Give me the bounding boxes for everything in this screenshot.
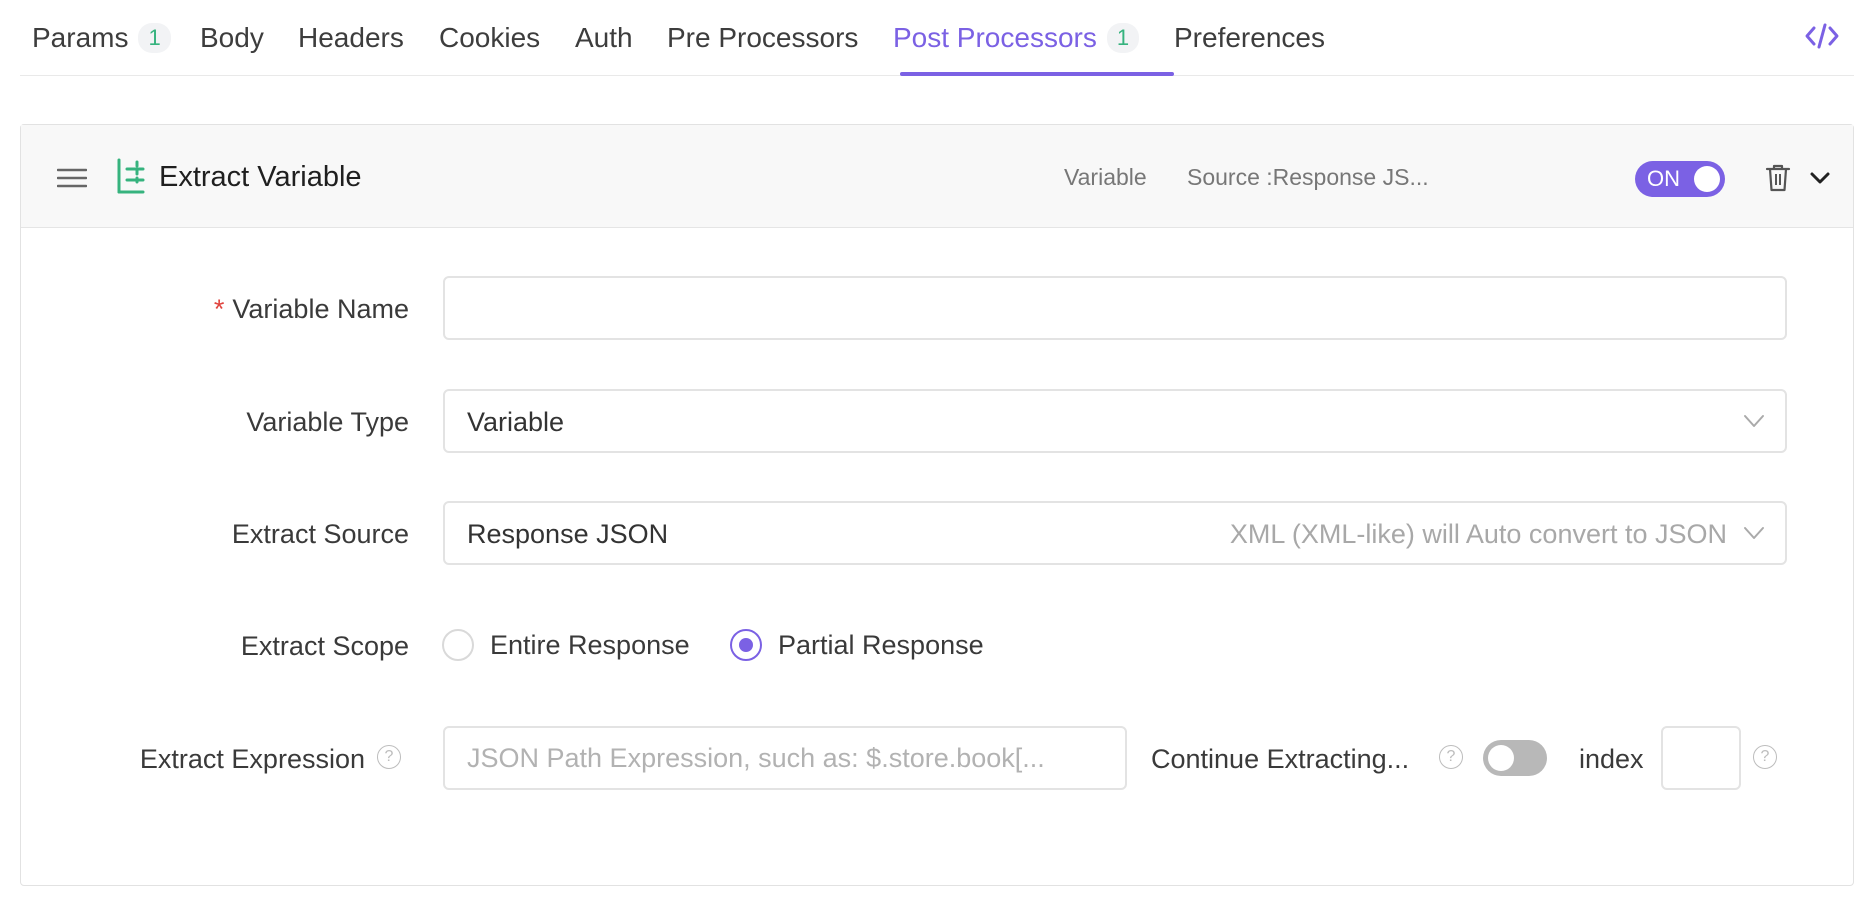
variable-name-label-text: Variable Name [232, 294, 409, 324]
chevron-down-icon[interactable] [1809, 169, 1831, 187]
extract-source-value: Response JSON [467, 519, 669, 549]
chevron-down-icon [1744, 415, 1764, 427]
tab-post-processors-label: Post Processors [893, 22, 1097, 53]
tab-params-badge: 1 [138, 23, 171, 53]
tab-cookies[interactable]: Cookies [439, 18, 540, 58]
tab-pre-processors-label: Pre Processors [667, 22, 859, 53]
tab-post-processors-badge: 1 [1106, 23, 1140, 53]
tab-body-label: Body [200, 22, 264, 53]
continue-extracting-label: Continue Extracting... [1151, 744, 1410, 774]
radio-circle [442, 629, 474, 661]
extract-source-hint: XML (XML-like) will Auto convert to JSON [1229, 519, 1727, 549]
tab-body[interactable]: Body [200, 18, 264, 58]
extract-variable-icon [117, 158, 145, 194]
request-tabs: Params 1 Body Headers Cookies Auth Pre P… [20, 0, 1854, 76]
help-icon[interactable]: ? [1753, 745, 1777, 769]
tab-params-label: Params [32, 22, 129, 53]
radio-partial-response[interactable]: Partial Response [730, 629, 984, 661]
tab-pre-processors[interactable]: Pre Processors [667, 18, 858, 58]
tab-auth[interactable]: Auth [575, 18, 633, 58]
variable-name-label: * Variable Name [214, 292, 409, 326]
variable-type-value: Variable [467, 407, 565, 437]
chevron-down-icon [1744, 527, 1764, 539]
extract-scope-label: Extract Scope [240, 631, 409, 661]
continue-extracting-toggle[interactable] [1483, 740, 1547, 776]
index-input[interactable] [1661, 726, 1741, 790]
hamburger-icon[interactable] [57, 167, 87, 189]
variable-type-select[interactable]: Variable [443, 389, 1787, 453]
toggle-on-label: ON [1647, 166, 1680, 191]
extract-variable-card: Extract Variable Variable Source :Respon… [20, 124, 1854, 886]
tab-auth-label: Auth [575, 22, 633, 53]
tab-post-processors[interactable]: Post Processors 1 [893, 18, 1140, 58]
tab-cookies-label: Cookies [439, 22, 541, 53]
code-icon[interactable] [1804, 20, 1840, 52]
trash-icon[interactable] [1765, 163, 1791, 193]
processor-title: Extract Variable [159, 161, 362, 193]
radio-circle-checked [730, 629, 762, 661]
extract-expression-label: Extract Expression [139, 744, 365, 774]
extract-source-select[interactable]: Response JSON XML (XML-like) will Auto c… [443, 501, 1787, 565]
tab-headers-label: Headers [298, 22, 404, 53]
radio-entire-response[interactable]: Entire Response [442, 629, 690, 661]
extract-source-label: Extract Source [231, 519, 409, 549]
processor-meta-type: Variable [1064, 164, 1147, 190]
toggle-knob [1694, 166, 1720, 192]
extract-expression-input[interactable] [443, 726, 1127, 790]
help-icon[interactable]: ? [1439, 745, 1463, 769]
processor-meta-source: Source :Response JS... [1187, 164, 1429, 190]
active-tab-indicator [900, 72, 1174, 76]
tab-preferences[interactable]: Preferences [1174, 18, 1325, 58]
variable-name-input[interactable] [443, 276, 1787, 340]
required-mark: * [213, 294, 225, 324]
tab-preferences-label: Preferences [1174, 22, 1325, 53]
tab-params[interactable]: Params 1 [32, 18, 171, 58]
tab-headers[interactable]: Headers [298, 18, 404, 58]
help-icon[interactable]: ? [377, 745, 401, 769]
radio-partial-response-label: Partial Response [778, 629, 984, 660]
radio-entire-response-label: Entire Response [490, 629, 690, 660]
toggle-knob [1488, 745, 1514, 771]
processor-enable-toggle[interactable]: ON [1635, 161, 1725, 197]
processor-header[interactable]: Extract Variable Variable Source :Respon… [21, 125, 1853, 228]
variable-type-label: Variable Type [246, 407, 409, 437]
index-label: index [1579, 744, 1644, 774]
